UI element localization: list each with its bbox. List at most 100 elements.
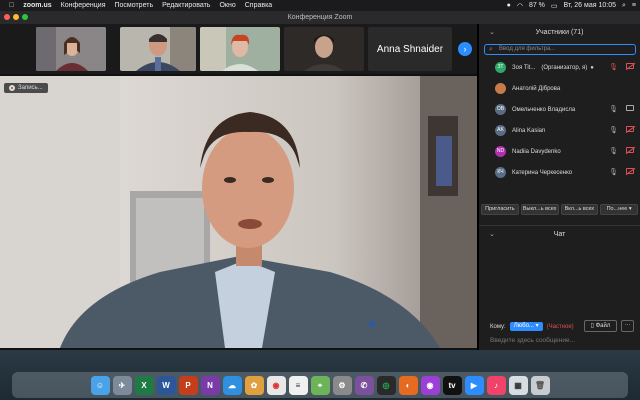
apple-tv-icon[interactable]: tv [442, 375, 462, 395]
file-button[interactable]: ▯ Файл [584, 320, 617, 332]
recording-label: Запись... [18, 85, 43, 91]
participant-row[interactable]: ЗТ Зоя Tit... (Организатор, я) ● 🎙 [479, 57, 640, 78]
photos-icon[interactable]: ✿ [244, 375, 264, 395]
viber-icon[interactable]: ✆ [354, 375, 374, 395]
video-off-icon[interactable] [626, 126, 634, 132]
chat-more-button[interactable]: ··· [621, 320, 634, 332]
trash-icon[interactable]: 🗑 [530, 375, 550, 395]
mic-icon[interactable]: 🎙 [609, 147, 618, 155]
participant-name: Nadiia Davydenko [512, 148, 561, 155]
video-icon[interactable] [626, 105, 634, 111]
control-center-icon[interactable]: ≡ [632, 2, 636, 9]
battery-percent[interactable]: 87 % [529, 2, 545, 9]
zoom-status-icon[interactable]: ● [507, 2, 511, 9]
participants-header: ⌄ Участники (71) [479, 24, 640, 42]
video-off-icon[interactable] [626, 63, 634, 69]
menu-item-view[interactable]: Посмотреть [115, 2, 154, 9]
maps-icon[interactable]: ⌖ [310, 375, 330, 395]
participant-actions: Пригласить Выкл...ь всех Вкл...ь всех По… [481, 204, 638, 215]
settings-icon[interactable]: ⚙ [332, 375, 352, 395]
finder-icon[interactable]: ☺ [90, 375, 110, 395]
apple-icon[interactable]:  [9, 2, 14, 9]
more-options-button[interactable]: По...нее ▾ [600, 204, 638, 215]
participants-panel: ⌄ Участники (71) ⌕ Ввод для фильтра... З… [479, 24, 640, 350]
private-label: (Частное) [546, 323, 574, 330]
mic-icon[interactable]: 🎙 [609, 105, 618, 113]
participant-row[interactable]: ОВ Омельченко Владисла 🎙 [479, 99, 640, 120]
unmute-all-button[interactable]: Вкл...ь всех [560, 204, 599, 215]
video-off-icon[interactable] [626, 147, 634, 153]
invite-button[interactable]: Пригласить [481, 204, 519, 215]
participant-name-tile[interactable]: Anna Shnaider [368, 27, 452, 71]
search-icon[interactable]: ⌕ [622, 2, 626, 10]
menu-item-edit[interactable]: Редактировать [162, 2, 210, 9]
participant-row[interactable]: ND Nadiia Davydenko 🎙 [479, 141, 640, 162]
chrome-icon[interactable]: ◉ [266, 375, 286, 395]
preview-icon[interactable]: ▦ [508, 375, 528, 395]
menu-item-window[interactable]: Окно [219, 2, 235, 9]
zoom-icon[interactable]: ▶ [464, 375, 484, 395]
onedrive-icon[interactable]: ☁ [222, 375, 242, 395]
spotify-icon[interactable]: ◎ [376, 375, 396, 395]
dock: ☺ ✈ X W P N ☁ ✿ ◉ ≡ ⌖ ⚙ ✆ ◎ ◐ ◉ tv ▶ ♪ ▦… [12, 372, 628, 398]
next-page-button[interactable]: › [458, 42, 472, 56]
participant-list: ЗТ Зоя Tit... (Организатор, я) ● 🎙 Анато… [479, 57, 640, 183]
menu-bar:  zoom.us Конференция Посмотреть Редакти… [0, 0, 640, 11]
menu-item-conference[interactable]: Конференция [61, 2, 106, 9]
participant-name: Омельченко Владисла [512, 106, 576, 113]
firefox-icon[interactable]: ◐ [398, 375, 418, 395]
participant-name: Alina Kasian [512, 127, 546, 134]
participant-thumbnail[interactable] [200, 27, 280, 71]
participant-thumbnail[interactable] [284, 27, 364, 71]
window-title: Конференция Zoom [287, 14, 353, 21]
menu-item-help[interactable]: Справка [245, 2, 272, 9]
powerpoint-icon[interactable]: P [178, 375, 198, 395]
avatar: КЧ [495, 167, 506, 178]
recording-indicator[interactable]: Запись... [4, 83, 48, 93]
battery-icon[interactable]: ▭ [551, 2, 558, 10]
muted-mic-icon[interactable]: 🎙 [609, 63, 618, 71]
thumbnail-strip: Anna Shnaider [0, 24, 477, 74]
chat-message-input[interactable]: Введите здесь сообщение... [490, 337, 575, 344]
file-icon: ▯ [590, 323, 594, 329]
participant-thumbnail[interactable] [120, 27, 196, 71]
recipient-select[interactable]: Любо... ▾ [509, 322, 543, 331]
onenote-icon[interactable]: N [200, 375, 220, 395]
notes-icon[interactable]: ≡ [288, 375, 308, 395]
filter-placeholder: Ввод для фильтра... [499, 46, 556, 52]
participants-title: Участники (71) [535, 29, 584, 36]
music-icon[interactable]: ♪ [486, 375, 506, 395]
excel-icon[interactable]: X [134, 375, 154, 395]
participant-row[interactable]: Анатолій Діброва [479, 78, 640, 99]
chat-recipient-row: Кому: Любо... ▾ (Частное) [490, 322, 574, 331]
participant-name: Катерина Черкесенко [512, 169, 573, 176]
avatar: ЗТ [495, 62, 506, 73]
wifi-icon[interactable]: ◠ [517, 2, 523, 10]
avatar: ND [495, 146, 506, 157]
mute-all-button[interactable]: Выкл...ь всех [520, 204, 559, 215]
participant-row[interactable]: КЧ Катерина Черкесенко 🎙 [479, 162, 640, 183]
clock[interactable]: Вт, 26 мая 10:05 [564, 2, 616, 9]
launchpad-icon[interactable]: ✈ [112, 375, 132, 395]
search-icon: ⌕ [489, 46, 493, 53]
avatar [495, 83, 506, 94]
participant-thumbnail[interactable] [36, 27, 106, 71]
video-off-icon[interactable] [626, 168, 634, 174]
participant-filter-input[interactable]: ⌕ Ввод для фильтра... [484, 44, 636, 55]
file-button-label: Файл [595, 323, 611, 329]
chevron-down-icon[interactable]: ⌄ [489, 24, 495, 42]
close-window-button[interactable] [4, 14, 10, 20]
word-icon[interactable]: W [156, 375, 176, 395]
chevron-down-icon[interactable]: ⌄ [489, 226, 495, 244]
zoom-window-button[interactable] [22, 14, 28, 20]
menu-app-name[interactable]: zoom.us [23, 2, 51, 9]
to-label: Кому: [490, 323, 506, 330]
participant-name: Анатолій Діброва [512, 85, 561, 92]
mic-icon[interactable]: 🎙 [609, 168, 618, 176]
podcasts-icon[interactable]: ◉ [420, 375, 440, 395]
participant-role: (Организатор, я) [541, 64, 588, 71]
active-speaker-video [0, 76, 477, 348]
minimize-window-button[interactable] [13, 14, 19, 20]
mic-icon[interactable]: 🎙 [609, 126, 618, 134]
participant-row[interactable]: AK Alina Kasian 🎙 [479, 120, 640, 141]
